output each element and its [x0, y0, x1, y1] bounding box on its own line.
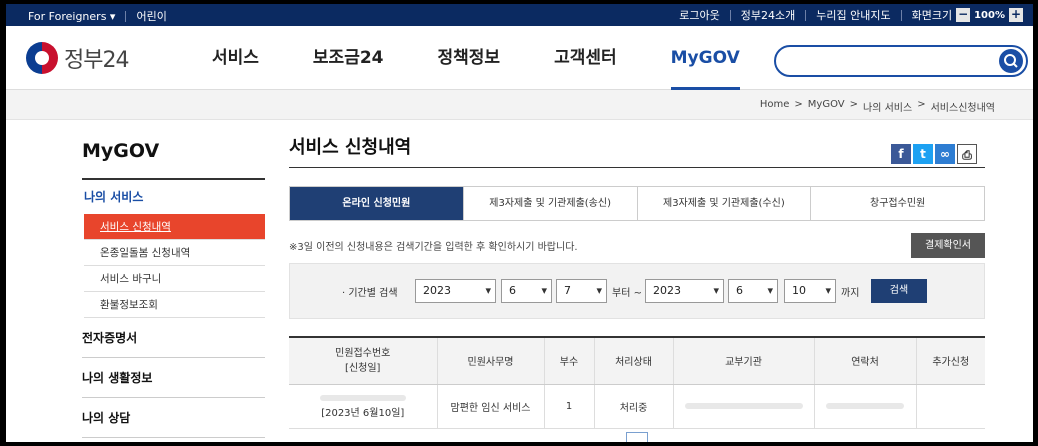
- zoom-value: 100%: [974, 9, 1005, 21]
- divider: [900, 9, 902, 21]
- nav-mygov[interactable]: MyGOV: [670, 26, 740, 90]
- from-suffix: 부터 ~: [612, 288, 642, 299]
- col-status: 처리상태: [594, 336, 674, 385]
- breadcrumb-my-services[interactable]: 나의 서비스: [863, 99, 912, 114]
- tab-third-party-received[interactable]: 제3자제출 및 기관제출(수신): [637, 187, 812, 220]
- chevron-right-icon: >: [849, 99, 859, 110]
- kids-link[interactable]: 어린이: [136, 8, 166, 24]
- sidebar-section-my-services[interactable]: 나의 서비스: [82, 180, 265, 214]
- payment-confirmation-button[interactable]: 결제확인서: [911, 233, 985, 258]
- search-icon: [1004, 54, 1018, 68]
- redacted-contact: [826, 402, 904, 409]
- sidebar: MyGOV 나의 서비스 서비스 신청내역 온종일돌봄 신청내역 서비스 바구니…: [82, 120, 265, 438]
- sidebar-item-refund-info[interactable]: 환불정보조회: [84, 292, 265, 318]
- tab-counter-requests[interactable]: 창구접수민원: [811, 187, 984, 220]
- sidebar-submenu: 서비스 신청내역 온종일돌봄 신청내역 서비스 바구니 환불정보조회: [84, 214, 265, 318]
- chevron-right-icon: >: [794, 99, 803, 110]
- main-content: 서비스 신청내역 f t ∞ ⎙ 온라인 신청민원 제3자제출 및 기관제출(송…: [289, 120, 985, 429]
- zoom-in-button[interactable]: +: [1009, 8, 1023, 22]
- sidebar-item-service-requests[interactable]: 서비스 신청내역: [84, 214, 265, 240]
- site-header: 정부24 서비스 보조금24 정책정보 고객센터 MyGOV: [6, 26, 1033, 90]
- to-month-select[interactable]: 6: [728, 279, 778, 303]
- sidebar-item-service-basket[interactable]: 서비스 바구니: [84, 266, 265, 292]
- issuing-agency-cell: [673, 384, 815, 429]
- divider: [125, 10, 127, 22]
- sidebar-title: MyGOV: [82, 120, 265, 180]
- from-day-select[interactable]: 7: [556, 279, 607, 303]
- to-suffix: 까지: [841, 288, 860, 299]
- nav-subsidy24[interactable]: 보조금24: [313, 26, 384, 90]
- zoom-out-button[interactable]: −: [956, 8, 971, 22]
- government-emblem-icon: [26, 42, 58, 74]
- facebook-icon[interactable]: f: [891, 144, 911, 164]
- zoom-label: 화면크기: [911, 9, 953, 22]
- col-copies: 부수: [544, 336, 595, 385]
- tab-third-party-sent[interactable]: 제3자제출 및 기관제출(송신): [463, 187, 638, 220]
- col-additional-request: 추가신청: [916, 336, 985, 385]
- breadcrumb: Home > MyGOV > 나의 서비스 > 서비스신청내역: [760, 99, 995, 114]
- browser-page: For Foreigners ▾ 어린이 로그아웃 정부24소개 누리집 안내지…: [6, 4, 1033, 442]
- table-row[interactable]: [2023년 6월10일] 맘편한 임신 서비스 1 처리중: [289, 384, 985, 429]
- search-notice: ※3일 이전의 신청내용은 검색기간을 입력한 후 확인하시기 바랍니다.: [289, 242, 578, 253]
- request-table: 민원접수번호 [신청일] 민원사무명 부수 처리상태 교부기관 연락처 추가신청…: [289, 336, 985, 429]
- table-header-row: 민원접수번호 [신청일] 민원사무명 부수 처리상태 교부기관 연락처 추가신청: [289, 336, 985, 385]
- tab-online-requests[interactable]: 온라인 신청민원: [290, 187, 464, 220]
- sidebar-item-allday-care[interactable]: 온종일돌봄 신청내역: [84, 240, 265, 266]
- service-name-cell[interactable]: 맘편한 임신 서비스: [437, 384, 545, 429]
- to-year-select[interactable]: 2023: [645, 279, 724, 303]
- divider: [805, 9, 807, 21]
- sidebar-group-life-info[interactable]: 나의 생활정보: [82, 358, 265, 398]
- page-title: 서비스 신청내역: [289, 120, 985, 168]
- site-logo[interactable]: 정부24: [26, 42, 129, 74]
- chevron-right-icon: >: [917, 99, 926, 110]
- breadcrumb-home[interactable]: Home: [760, 99, 790, 114]
- logo-text: 정부24: [64, 48, 129, 73]
- from-year-select[interactable]: 2023: [415, 279, 496, 303]
- divider: [729, 9, 731, 21]
- copies-cell: 1: [544, 384, 595, 429]
- search-input[interactable]: [790, 53, 990, 69]
- breadcrumb-bar: Home > MyGOV > 나의 서비스 > 서비스신청내역: [6, 90, 1033, 120]
- col-service-name: 민원사무명: [437, 336, 545, 385]
- main-nav: 서비스 보조금24 정책정보 고객센터 MyGOV: [212, 26, 794, 90]
- sidebar-group-consultation[interactable]: 나의 상담: [82, 398, 265, 438]
- nav-customer-center[interactable]: 고객센터: [554, 26, 617, 90]
- to-day-select[interactable]: 10: [784, 279, 836, 303]
- redacted-agency: [684, 402, 803, 409]
- logout-link[interactable]: 로그아웃: [679, 7, 719, 23]
- contact-cell: [814, 384, 917, 429]
- breadcrumb-current: 서비스신청내역: [930, 103, 995, 114]
- status-cell: 처리중: [594, 384, 674, 429]
- share-toolbar: f t ∞ ⎙: [891, 144, 977, 164]
- redacted-receipt-number: [319, 395, 406, 401]
- search-button[interactable]: [999, 49, 1023, 73]
- additional-request-cell: [916, 384, 985, 429]
- link-icon[interactable]: ∞: [935, 144, 955, 164]
- col-issuing-agency: 교부기관: [673, 336, 815, 385]
- receipt-cell: [2023년 6월10일]: [289, 384, 438, 429]
- nav-policy-info[interactable]: 정책정보: [438, 26, 501, 90]
- col-receipt-number: 민원접수번호 [신청일]: [289, 336, 438, 385]
- about-link[interactable]: 정부24소개: [741, 7, 795, 23]
- date-filter: · 기간별 검색 2023 6 7 부터 ~ 2023 6 10 까지 검색: [289, 263, 985, 319]
- filter-search-button[interactable]: 검색: [871, 279, 927, 303]
- zoom-control: 화면크기 − 100% +: [912, 7, 1023, 23]
- sidebar-group-e-certificate[interactable]: 전자증명서: [82, 318, 265, 358]
- pagination-hint: [626, 432, 648, 442]
- search-box: [774, 45, 1028, 77]
- print-icon[interactable]: ⎙: [957, 144, 977, 164]
- breadcrumb-mygov[interactable]: MyGOV: [808, 99, 845, 114]
- from-month-select[interactable]: 6: [501, 279, 552, 303]
- twitter-icon[interactable]: t: [913, 144, 933, 164]
- for-foreigners-menu[interactable]: For Foreigners ▾: [28, 10, 115, 23]
- sitemap-link[interactable]: 누리집 안내지도: [816, 7, 890, 23]
- nav-services[interactable]: 서비스: [212, 26, 259, 90]
- filter-label: · 기간별 검색: [342, 288, 398, 299]
- col-contact: 연락처: [814, 336, 917, 385]
- request-tabs: 온라인 신청민원 제3자제출 및 기관제출(송신) 제3자제출 및 기관제출(수…: [289, 186, 985, 221]
- receipt-date: [2023년 6월10일]: [321, 408, 405, 419]
- utility-bar: For Foreigners ▾ 어린이 로그아웃 정부24소개 누리집 안내지…: [6, 4, 1033, 26]
